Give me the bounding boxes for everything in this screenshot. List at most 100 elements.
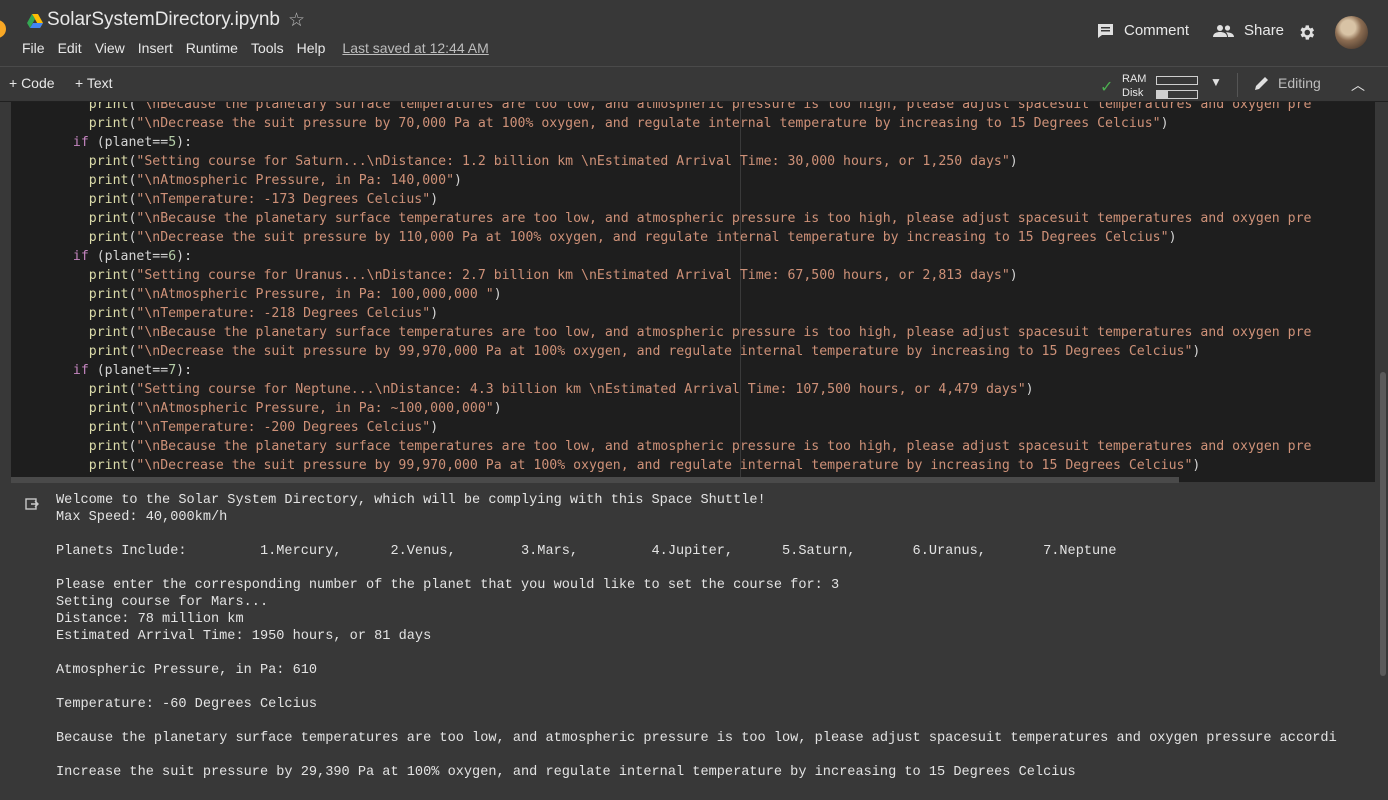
code-cell[interactable]: print("\nBecause the planetary surface t… [11,102,1375,482]
menu-edit[interactable]: Edit [58,40,82,56]
code-token-fn: print [88,325,129,340]
code-line[interactable]: print("\nAtmospheric Pressure, in Pa: ~1… [57,399,1311,418]
code-token-fn: print [88,439,129,454]
code-line[interactable]: print("\nBecause the planetary surface t… [57,209,1312,228]
google-drive-icon [27,14,43,28]
connected-check-icon: ✓ [1100,79,1114,96]
code-line[interactable]: if (planet==7): [57,361,1311,380]
resources-dropdown-icon[interactable]: ▼ [1210,75,1222,89]
code-token-fn: print [88,287,129,302]
ram-label: RAM [1122,73,1147,85]
menu-insert[interactable]: Insert [138,40,173,56]
code-line[interactable]: if (planet==6): [57,247,1311,266]
code-line[interactable]: print("\nBecause the planetary surface t… [57,323,1312,342]
code-token-fn: print [88,102,129,112]
pencil-icon [1254,75,1270,91]
share-button[interactable]: Share [1213,22,1284,39]
code-line[interactable]: print("\nBecause the planetary surface t… [57,102,1312,114]
code-line[interactable]: print("\nDecrease the suit pressure by 9… [57,342,1311,361]
output-line: Because the planetary surface temperatur… [56,731,1337,746]
account-avatar[interactable] [1335,16,1368,49]
ram-bar [1156,76,1198,85]
code-token-fn: print [88,268,129,283]
code-token-fn: print [88,420,129,435]
code-token-str: "Setting course for Uranus...\nDistance:… [136,268,1010,283]
disk-label: Disk [1122,87,1144,99]
resources-indicator[interactable]: ✓ RAM Disk [1100,71,1200,99]
code-token: ) [1192,344,1201,359]
add-text-button[interactable]: + Text [75,75,113,91]
code-token-fn: print [88,382,129,397]
code-line[interactable]: print("\nTemperature: -173 Degrees Celci… [57,190,1311,209]
code-token-num: 5 [168,135,177,150]
code-line[interactable]: print("\nAtmospheric Pressure, in Pa: 10… [57,285,1311,304]
horizontal-scrollbar[interactable] [11,477,1179,483]
code-token-num: 6 [168,249,177,264]
menu-tools[interactable]: Tools [251,40,284,56]
output-line: Welcome to the Solar System Directory, w… [56,493,766,508]
code-line[interactable]: print("\nDecrease the suit pressure by 1… [57,228,1311,247]
code-line[interactable]: if (planet==5): [57,133,1311,152]
editing-label: Editing [1278,75,1321,91]
share-label: Share [1244,22,1285,39]
code-token-fn: print [88,344,129,359]
code-token-fn: print [88,458,129,473]
code-token-fn: print [88,230,129,245]
comment-button[interactable]: Comment [1097,22,1189,39]
menu-help[interactable]: Help [297,40,326,56]
code-line[interactable]: print("\nAtmospheric Pressure, in Pa: 14… [57,171,1311,190]
menu-view[interactable]: View [95,40,125,56]
code-line[interactable]: print("Setting course for Neptune...\nDi… [57,380,1311,399]
settings-button[interactable] [1297,23,1316,42]
code-line[interactable]: print("\nTemperature: -218 Degrees Celci… [57,304,1311,323]
code-token: ) [430,306,439,321]
menu-runtime[interactable]: Runtime [186,40,238,56]
code-token: ) [430,192,439,207]
notebook-title[interactable]: SolarSystemDirectory.ipynb [47,9,280,31]
code-line[interactable]: print("Setting course for Uranus...\nDis… [57,266,1311,285]
code-token: ) [493,287,502,302]
editing-mode-button[interactable]: Editing [1254,75,1321,91]
code-token-fn: print [88,173,129,188]
code-token-num: 7 [168,363,177,378]
star-icon[interactable]: ☆ [288,9,305,32]
output-line: Atmospheric Pressure, in Pa: 610 [56,663,318,678]
code-line[interactable]: print("Setting course for Saturn...\nDis… [57,152,1311,171]
code-line[interactable]: print("\nDecrease the suit pressure by 7… [57,114,1311,133]
colab-logo[interactable] [0,20,6,38]
gear-icon [1297,23,1316,42]
code-token-kw: if [72,135,89,150]
toolbar-divider [1237,73,1238,97]
add-code-button[interactable]: + Code [9,75,55,91]
code-token-str: "\nDecrease the suit pressure by 99,970,… [136,344,1193,359]
code-token: (planet== [88,135,169,150]
code-token: ) [1025,382,1034,397]
code-line[interactable]: print("\nBecause the planetary surface t… [57,437,1312,456]
code-token-str: "\nTemperature: -200 Degrees Celcius" [136,420,431,435]
code-line[interactable]: print("\nDecrease the suit pressure by 9… [57,456,1311,475]
output-line: Max Speed: 40,000km/h [56,510,228,525]
output-actions-icon[interactable] [25,497,39,511]
collapse-header-icon[interactable]: ︿ [1351,75,1365,95]
comment-label: Comment [1124,22,1190,39]
code-editor[interactable]: print("\nBecause the planetary surface t… [11,102,1312,475]
notebook-header: SolarSystemDirectory.ipynb ☆ File Edit V… [0,0,1388,66]
code-token-fn: print [88,401,129,416]
code-line[interactable]: print("\nTemperature: -200 Degrees Celci… [57,418,1311,437]
last-saved-link[interactable]: Last saved at 12:44 AM [342,40,488,56]
menu-file[interactable]: File [22,40,45,56]
comment-icon [1097,23,1114,39]
code-token: ) [1009,154,1018,169]
